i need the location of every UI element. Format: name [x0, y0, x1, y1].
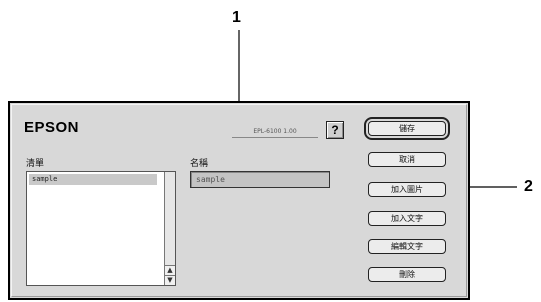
list-scrollbar[interactable]: ▲ ▼	[164, 172, 175, 285]
add-text-button[interactable]: 加入文字	[368, 211, 446, 226]
list-item[interactable]: sample	[29, 174, 157, 185]
list-label: 清單	[26, 159, 45, 169]
callout-number-1: 1	[232, 9, 241, 26]
cancel-button[interactable]: 取消	[368, 152, 446, 167]
watermark-dialog: EPSON EPL-6100 1.00 ? 清單 sample ▲ ▼ 名稱 s…	[8, 101, 470, 300]
add-image-button[interactable]: 加入圖片	[368, 182, 446, 197]
save-button[interactable]: 儲存	[364, 117, 450, 140]
scroll-down-icon[interactable]: ▼	[165, 275, 175, 285]
edit-text-button[interactable]: 編輯文字	[368, 239, 446, 254]
delete-button[interactable]: 刪除	[368, 267, 446, 282]
name-field[interactable]: sample	[190, 171, 330, 188]
callout-number-2: 2	[524, 178, 533, 195]
version-label: EPL-6100 1.00	[232, 127, 318, 138]
help-button[interactable]: ?	[326, 121, 344, 139]
name-label: 名稱	[190, 159, 209, 169]
watermark-list[interactable]: sample ▲ ▼	[26, 171, 176, 286]
brand-logo: EPSON	[24, 119, 80, 136]
scroll-up-icon[interactable]: ▲	[165, 265, 175, 275]
